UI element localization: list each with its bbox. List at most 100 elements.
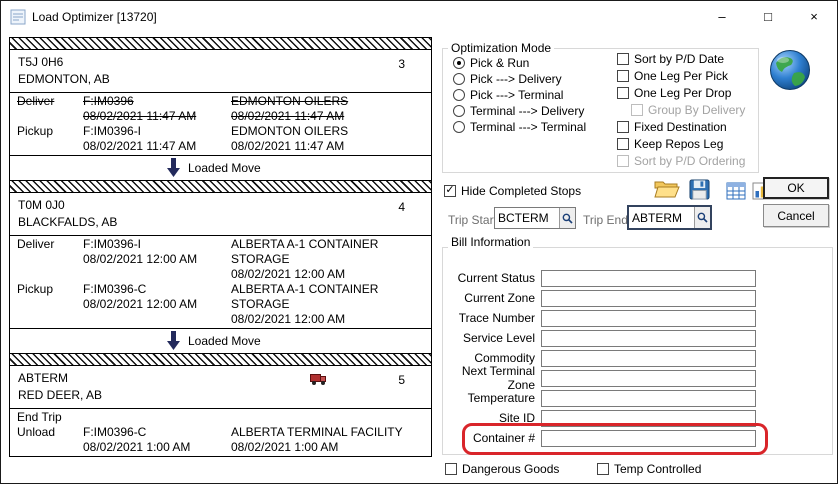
checkbox-icon — [617, 155, 629, 167]
field-row-next-terminal-zone: Next Terminal Zone — [442, 368, 833, 388]
radio-label: Pick & Run — [470, 56, 529, 70]
bill-information-legend: Bill Information — [448, 235, 533, 249]
checkbox-dangerous-goods[interactable]: Dangerous Goods — [445, 460, 559, 477]
current-status-input[interactable] — [541, 270, 756, 287]
radio-terminal-to-terminal[interactable]: Terminal ---> Terminal — [453, 119, 586, 135]
trace-number-input[interactable] — [541, 310, 756, 327]
cancel-button[interactable]: Cancel — [763, 204, 829, 227]
radio-label: Terminal ---> Terminal — [470, 120, 586, 134]
stop-action-row[interactable]: Deliver F:IM0396 08/02/2021 11:47 AM EDM… — [10, 94, 431, 124]
checkbox-label: One Leg Per Pick — [634, 69, 728, 83]
checkbox-fixed-destination[interactable]: Fixed Destination — [617, 118, 745, 135]
radio-label: Pick ---> Terminal — [470, 88, 563, 102]
stop-action-row[interactable]: Pickup F:IM0396-I 08/02/2021 11:47 AM ED… — [10, 124, 431, 154]
checkbox-one-leg-per-drop[interactable]: One Leg Per Drop — [617, 84, 745, 101]
field-row-current-status: Current Status — [442, 268, 833, 288]
container-number-label: Container # — [442, 431, 541, 445]
trip-start-label: Trip Start — [448, 213, 497, 227]
radio-pick-and-run[interactable]: Pick & Run — [453, 55, 586, 71]
freight-ref: F:IM0396-I — [83, 237, 231, 252]
checkbox-temp-controlled[interactable]: Temp Controlled — [597, 460, 701, 477]
checkbox-label: Keep Repos Leg — [634, 137, 723, 151]
down-arrow-icon — [167, 331, 180, 351]
truck-icon — [310, 372, 328, 386]
radio-icon — [453, 73, 465, 85]
stop-action-row[interactable]: End Trip Unload F:IM0396-C 08/02/2021 1:… — [10, 410, 431, 455]
bill-fields: Current Status Current Zone Trace Number… — [442, 268, 833, 448]
trip-start-input[interactable] — [495, 208, 559, 228]
checkbox-icon — [617, 87, 629, 99]
party-date: 08/02/2021 1:00 AM — [231, 440, 431, 455]
freight-ref: F:IM0396 — [83, 94, 231, 109]
field-row-current-zone: Current Zone — [442, 288, 833, 308]
checkbox-sort-by-pd-date[interactable]: Sort by P/D Date — [617, 50, 745, 67]
minimize-button[interactable]: – — [699, 1, 745, 32]
container-number-input[interactable] — [541, 430, 756, 447]
radio-pick-to-delivery[interactable]: Pick ---> Delivery — [453, 71, 586, 87]
trip-end-input[interactable] — [629, 207, 694, 228]
next-terminal-zone-input[interactable] — [541, 370, 756, 387]
party-name: ALBERTA TERMINAL FACILITY — [231, 425, 431, 440]
current-zone-input[interactable] — [541, 290, 756, 307]
party-date: 08/02/2021 12:00 AM — [231, 312, 431, 327]
stop-separator-bar — [10, 353, 431, 366]
checkbox-label: One Leg Per Drop — [634, 86, 731, 100]
maximize-button[interactable]: □ — [745, 1, 791, 32]
checkbox-label: Sort by P/D Ordering — [634, 154, 745, 168]
radio-pick-to-terminal[interactable]: Pick ---> Terminal — [453, 87, 586, 103]
save-button[interactable] — [687, 178, 711, 201]
service-level-label: Service Level — [442, 331, 541, 345]
checkbox-hide-completed-stops[interactable]: ✓ Hide Completed Stops — [444, 182, 581, 199]
action-label: Pickup — [10, 282, 83, 327]
stop-action-row[interactable]: Deliver F:IM0396-I 08/02/2021 12:00 AM A… — [10, 237, 431, 282]
stop-action-row[interactable]: Pickup F:IM0396-C 08/02/2021 12:00 AM AL… — [10, 282, 431, 327]
stop-separator-bar — [10, 37, 431, 50]
checkbox-icon — [597, 463, 609, 475]
stop-code: ABTERM — [18, 370, 423, 387]
checkbox-one-leg-per-pick[interactable]: One Leg Per Pick — [617, 67, 745, 84]
temperature-input[interactable] — [541, 390, 756, 407]
checkbox-label: Hide Completed Stops — [461, 184, 581, 198]
commodity-input[interactable] — [541, 350, 756, 367]
field-row-trace-number: Trace Number — [442, 308, 833, 328]
titlebar: Load Optimizer [13720] – □ × — [1, 1, 837, 32]
stop-code: T0M 0J0 — [18, 197, 423, 214]
checkbox-label: Temp Controlled — [614, 462, 701, 476]
end-trip-label: End Trip — [17, 410, 83, 425]
report-table-button[interactable] — [725, 181, 747, 201]
trip-start-field — [494, 207, 576, 229]
trip-end-label: Trip End — [583, 213, 628, 227]
checkbox-icon — [617, 121, 629, 133]
ok-button[interactable]: OK — [763, 177, 829, 199]
checkbox-checked-icon: ✓ — [444, 185, 456, 197]
app-icon — [10, 9, 26, 25]
stop-sequence-number: 5 — [398, 372, 405, 389]
trip-end-lookup-button[interactable] — [694, 207, 710, 228]
radio-terminal-to-delivery[interactable]: Terminal ---> Delivery — [453, 103, 586, 119]
open-folder-button[interactable] — [653, 177, 681, 201]
stop-item-5[interactable]: ABTERM 5 RED DEER, AB End Trip Unload — [10, 366, 431, 456]
load-optimizer-dialog: Load Optimizer [13720] – □ × T5J 0H6 3 E… — [0, 0, 838, 484]
window-title: Load Optimizer [13720] — [32, 10, 157, 24]
trace-number-label: Trace Number — [442, 311, 541, 325]
checkbox-sort-by-pd-ordering: Sort by P/D Ordering — [617, 152, 745, 169]
service-level-input[interactable] — [541, 330, 756, 347]
site-id-input[interactable] — [541, 410, 756, 427]
party-name: EDMONTON OILERS — [231, 94, 431, 109]
stop-item-3[interactable]: T5J 0H6 3 EDMONTON, AB Deliver F:IM0396 … — [10, 50, 431, 180]
trip-start-lookup-button[interactable] — [559, 208, 575, 228]
field-row-service-level: Service Level — [442, 328, 833, 348]
action-label: Pickup — [10, 124, 83, 154]
freight-ref-date: 08/02/2021 12:00 AM — [83, 252, 231, 267]
party-name: EDMONTON OILERS — [231, 124, 431, 139]
checkbox-icon — [617, 70, 629, 82]
current-status-label: Current Status — [442, 271, 541, 285]
checkbox-keep-repos-leg[interactable]: Keep Repos Leg — [617, 135, 745, 152]
stop-item-4[interactable]: T0M 0J0 4 BLACKFALDS, AB Deliver F:IM039… — [10, 193, 431, 353]
move-label: Loaded Move — [188, 161, 261, 175]
move-label: Loaded Move — [188, 334, 261, 348]
freight-ref: F:IM0396-I — [83, 124, 231, 139]
close-button[interactable]: × — [791, 1, 837, 32]
freight-ref-date: 08/02/2021 11:47 AM — [83, 109, 231, 124]
current-zone-label: Current Zone — [442, 291, 541, 305]
